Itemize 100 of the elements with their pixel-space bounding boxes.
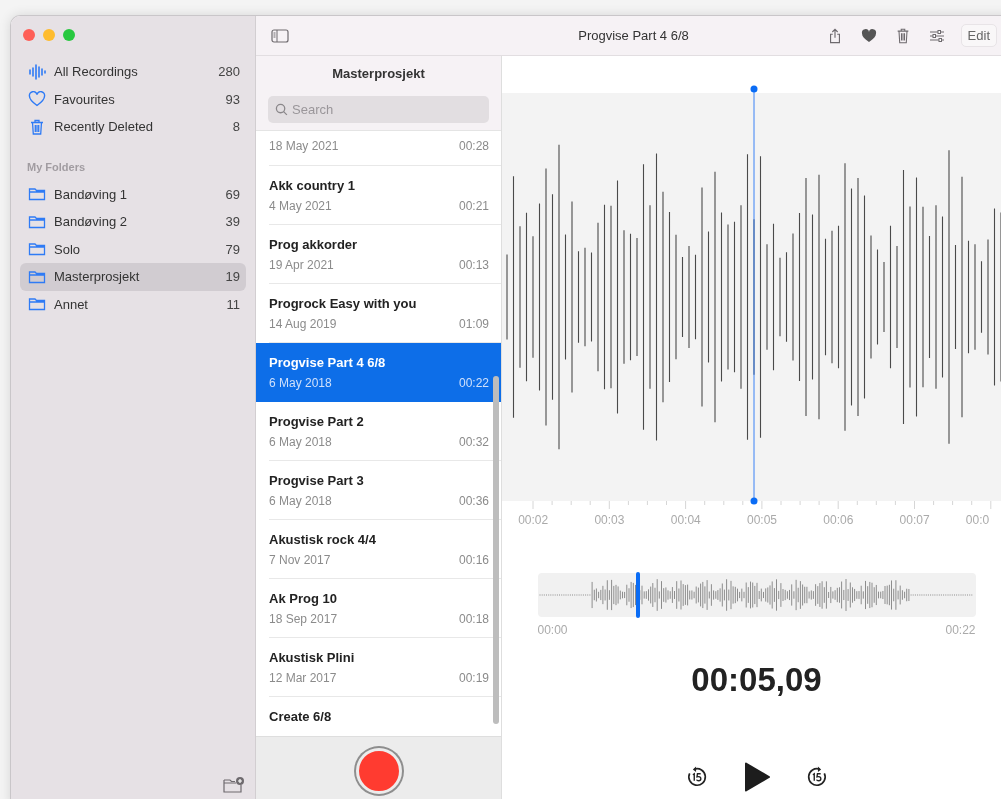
recording-row[interactable]: Progvise Part 2 6 May 2018 00:32	[256, 402, 501, 461]
recording-row[interactable]: Akustisk Plini 12 Mar 2017 00:19	[256, 638, 501, 697]
folder-item[interactable]: Annet 11	[20, 290, 246, 318]
recording-date: 12 Mar 2017	[269, 671, 337, 685]
recording-row[interactable]: Progvise Part 3 6 May 2018 00:36	[256, 461, 501, 520]
edit-button[interactable]: Edit	[960, 24, 997, 47]
recording-duration: 00:16	[458, 553, 489, 567]
item-count: 8	[232, 119, 240, 135]
trash-icon	[28, 118, 46, 135]
timeline-label: 00:0	[964, 513, 990, 527]
timeline-label: 00:04	[669, 513, 702, 527]
recording-duration: 00:22	[458, 376, 489, 390]
current-time: 00:05,09	[690, 661, 823, 699]
recording-title: Create 6/8	[269, 709, 333, 724]
recording-date: 19 Apr 2021	[269, 258, 334, 272]
folder-label: Annet	[54, 296, 89, 312]
sidebar-item[interactable]: Recently Deleted 8	[20, 113, 246, 141]
item-count: 79	[225, 241, 240, 257]
waveform-icon	[28, 63, 46, 80]
recording-title: Ak Prog 10	[269, 591, 338, 606]
heart-icon	[28, 91, 46, 108]
recording-date: 6 May 2018	[269, 435, 332, 449]
item-count: 39	[225, 214, 240, 230]
folder-icon	[28, 296, 46, 313]
recording-title: Progrock Easy with you	[269, 296, 418, 311]
overview-track[interactable]	[537, 573, 976, 617]
item-count: 280	[218, 64, 240, 80]
close-button[interactable]	[23, 29, 35, 41]
recording-date: 7 Nov 2017	[269, 553, 331, 567]
recording-row[interactable]: Akustisk rock 4/4 7 Nov 2017 00:16	[256, 520, 501, 579]
sidebar-item-label: Favourites	[54, 91, 116, 107]
record-button[interactable]	[355, 748, 402, 794]
new-folder-icon[interactable]	[223, 776, 245, 794]
window-title: Progvise Part 4 6/8	[578, 28, 689, 43]
recording-title: Akustisk rock 4/4	[269, 532, 377, 547]
skip-forward-icon[interactable]	[805, 766, 828, 788]
recording-row[interactable]: Progrock Easy with you 14 Aug 2019 01:09	[256, 284, 501, 343]
item-count: 19	[225, 269, 240, 285]
playhead-handle[interactable]	[636, 572, 641, 618]
recording-row[interactable]: Progvise Part 4 6/8 6 May 2018 00:22	[256, 343, 501, 402]
search-icon	[275, 103, 288, 116]
play-icon[interactable]	[743, 762, 770, 792]
folder-label: Bandøving 1	[54, 186, 128, 202]
timeline-label: 00:06	[822, 513, 855, 527]
section-header: My Folders	[26, 159, 87, 175]
recording-duration: 00:28	[458, 139, 489, 153]
recording-title: Progvise Part 3	[269, 473, 365, 488]
heart-icon[interactable]	[860, 27, 877, 44]
sidebar-item-label: All Recordings	[54, 64, 139, 80]
folder-item[interactable]: Bandøving 1 69	[20, 180, 246, 208]
folder-label: Solo	[54, 241, 82, 257]
folder-label: Masterprosjekt	[54, 269, 141, 285]
list-title: Masterprosjekt	[331, 66, 426, 81]
recording-duration: 01:09	[458, 317, 489, 331]
scroll-bar[interactable]	[493, 376, 499, 724]
recording-title: Akk country 1	[269, 178, 356, 193]
item-count: 93	[225, 91, 240, 107]
recording-row[interactable]: 18 May 2021 00:28	[256, 131, 501, 166]
recording-title: Progvise Part 4 6/8	[269, 355, 387, 370]
folder-icon	[28, 268, 46, 285]
sidebar-item[interactable]: All Recordings 280	[20, 58, 246, 86]
recording-date: 18 May 2021	[269, 139, 339, 153]
sidebar-item-label: Recently Deleted	[54, 119, 154, 135]
recording-duration: 00:18	[458, 612, 489, 626]
recording-date: 14 Aug 2019	[269, 317, 337, 331]
item-count: 11	[226, 296, 240, 312]
skip-back-icon[interactable]	[685, 766, 708, 788]
timeline-label: 00:05	[746, 513, 779, 527]
recording-date: 6 May 2018	[269, 494, 332, 508]
recording-date: 18 Sep 2017	[269, 612, 338, 626]
item-count: 69	[225, 186, 240, 202]
folder-icon	[28, 241, 46, 258]
recording-row[interactable]: Prog akkorder 19 Apr 2021 00:13	[256, 225, 501, 284]
sliders-icon[interactable]	[928, 27, 945, 44]
folder-item[interactable]: Solo 79	[20, 235, 246, 263]
recording-title: Progvise Part 2	[269, 414, 365, 429]
recording-duration: 00:36	[458, 494, 489, 508]
sidebar-toggle-icon[interactable]	[271, 28, 289, 43]
folder-item[interactable]: Bandøving 2 39	[20, 208, 246, 236]
sidebar-item[interactable]: Favourites 93	[20, 85, 246, 113]
recording-title: Prog akkorder	[269, 237, 359, 252]
folder-icon	[28, 186, 46, 203]
timeline-label: 00:07	[898, 513, 931, 527]
recording-row[interactable]: Akk country 1 4 May 2021 00:21	[256, 166, 501, 225]
recording-duration: 00:19	[458, 671, 489, 685]
timeline-label: 00:02	[517, 513, 550, 527]
recording-title: Akustisk Plini	[269, 650, 356, 665]
recording-date: 6 May 2018	[269, 376, 332, 390]
folder-item[interactable]: Masterprosjekt 19	[20, 263, 246, 291]
end-time: 00:22	[945, 623, 976, 637]
folder-label: Bandøving 2	[54, 214, 128, 230]
recording-duration: 00:13	[458, 258, 489, 272]
playhead-line[interactable]	[749, 85, 759, 505]
recording-row[interactable]: Ak Prog 10 18 Sep 2017 00:18	[256, 579, 501, 638]
recording-date: 4 May 2021	[269, 199, 332, 213]
start-time: 00:00	[537, 623, 568, 637]
folder-icon	[28, 213, 46, 230]
recording-duration: 00:32	[458, 435, 489, 449]
recording-duration: 00:21	[458, 199, 489, 213]
search-field[interactable]: Search	[268, 96, 489, 123]
